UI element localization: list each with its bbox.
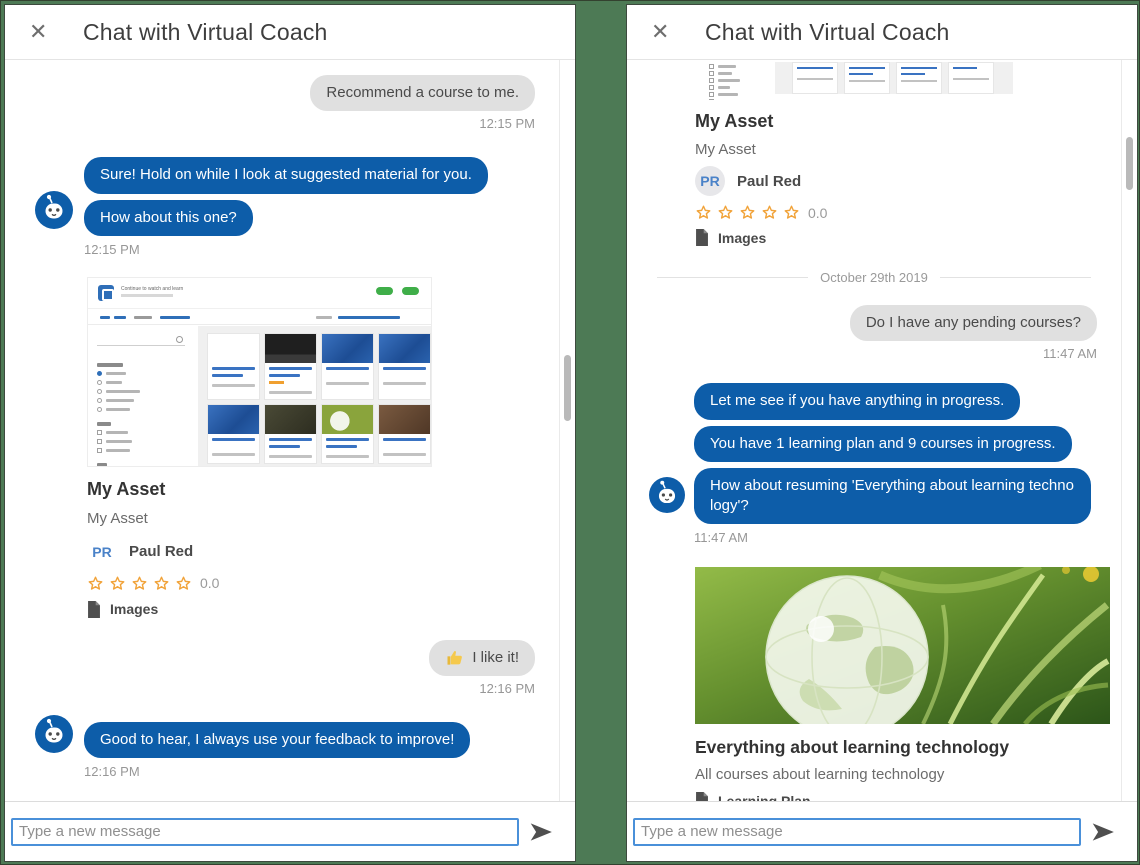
catalog-header-title: Continue to watch and learn: [121, 286, 183, 292]
message-timestamp: 11:47 AM: [1043, 346, 1097, 361]
bot-message-bubble: Good to hear, I always use your feedback…: [84, 722, 470, 758]
message-row: I like it! 12:16 PM: [5, 640, 559, 696]
bot-message-bubble: How about this one?: [84, 200, 253, 236]
bot-message-group: Sure! Hold on while I look at suggested …: [5, 157, 559, 257]
message-timestamp: 12:15 PM: [479, 116, 535, 131]
star-icon: [739, 204, 756, 221]
close-icon[interactable]: ✕: [29, 21, 55, 43]
message-timestamp: 12:16 PM: [84, 764, 529, 779]
date-divider-text: October 29th 2019: [820, 270, 928, 285]
catalog-filter-sidebar: [88, 326, 198, 466]
star-icon: [175, 575, 192, 592]
user-message-bubble: Recommend a course to me.: [310, 75, 535, 111]
chat-header: ✕ Chat with Virtual Coach: [627, 5, 1137, 60]
robot-coach-avatar: [35, 191, 73, 229]
asset-attachment-card: My Asset My Asset PR Paul Red: [627, 62, 1121, 246]
scrollbar-thumb[interactable]: [564, 355, 571, 421]
author-name: Paul Red: [129, 543, 193, 560]
thumbs-up-icon: [445, 648, 465, 668]
chat-input-bar: [5, 801, 575, 861]
message-timestamp: 11:47 AM: [694, 530, 1091, 545]
user-message-bubble: Do I have any pending courses?: [850, 305, 1097, 341]
message-row: Recommend a course to me. 12:15 PM: [5, 75, 559, 131]
chat-message-area: Recommend a course to me. 12:15 PM Sure!…: [5, 60, 575, 801]
chat-window-right: ✕ Chat with Virtual Coach: [626, 4, 1138, 862]
document-icon: [87, 601, 101, 618]
user-message-bubble: I like it!: [429, 640, 535, 676]
learning-plan-image[interactable]: [695, 567, 1110, 724]
asset-type-row: Images: [695, 229, 1121, 246]
robot-coach-avatar: [649, 477, 685, 513]
message-input[interactable]: [11, 818, 519, 846]
star-icon: [109, 575, 126, 592]
asset-rating-row: 0.0: [695, 204, 1121, 221]
asset-attachment-card: Continue to watch and learn: [5, 277, 559, 618]
plan-title: Everything about learning technology: [695, 737, 1121, 758]
bot-message-bubble: Let me see if you have anything in progr…: [694, 383, 1020, 419]
author-initials-badge: PR: [695, 166, 725, 196]
screenshot-background: ✕ Chat with Virtual Coach Recommend a co…: [0, 0, 1140, 865]
asset-title: My Asset: [695, 111, 1121, 132]
bot-message-bubble: How about resuming 'Everything about lea…: [694, 468, 1091, 525]
star-icon: [761, 204, 778, 221]
star-icon: [717, 204, 734, 221]
star-icon: [87, 575, 104, 592]
chat-message-area: My Asset My Asset PR Paul Red: [627, 60, 1137, 801]
course-catalog-screenshot-partial[interactable]: [695, 62, 1013, 100]
send-icon[interactable]: [519, 819, 563, 845]
author-name: Paul Red: [737, 173, 801, 190]
chat-title: Chat with Virtual Coach: [83, 19, 328, 46]
message-timestamp: 12:16 PM: [479, 681, 535, 696]
chat-window-left: ✕ Chat with Virtual Coach Recommend a co…: [4, 4, 576, 862]
chat-input-bar: [627, 801, 1137, 861]
asset-subtitle: My Asset: [87, 510, 559, 527]
plan-type-label: Learning Plan: [718, 793, 811, 801]
asset-type-label: Images: [718, 230, 766, 246]
star-icon: [783, 204, 800, 221]
message-input[interactable]: [633, 818, 1081, 846]
course-catalog-screenshot[interactable]: Continue to watch and learn: [87, 277, 432, 467]
message-timestamp: 12:15 PM: [84, 242, 529, 257]
asset-subtitle: My Asset: [695, 141, 1121, 158]
user-message-text: I like it!: [472, 648, 519, 668]
chat-title: Chat with Virtual Coach: [705, 19, 950, 46]
rating-value: 0.0: [808, 205, 827, 221]
catalog-green-button: [402, 287, 419, 295]
asset-rating-row: 0.0: [87, 575, 559, 592]
document-icon: [695, 792, 709, 801]
learning-plan-attachment-card: Everything about learning technology All…: [627, 567, 1121, 801]
star-icon: [695, 204, 712, 221]
author-initials-badge: PR: [87, 537, 117, 567]
bot-message-group: Let me see if you have anything in progr…: [627, 383, 1121, 545]
rating-value: 0.0: [200, 575, 219, 591]
date-divider: October 29th 2019: [657, 270, 1091, 285]
chat-header: ✕ Chat with Virtual Coach: [5, 5, 575, 60]
close-icon[interactable]: ✕: [651, 21, 677, 43]
catalog-card-grid: [208, 334, 430, 463]
asset-type-label: Images: [110, 601, 158, 617]
asset-title: My Asset: [87, 479, 559, 500]
document-icon: [695, 229, 709, 246]
send-icon[interactable]: [1081, 819, 1125, 845]
catalog-logo: [98, 285, 114, 301]
bot-message-group: Good to hear, I always use your feedback…: [5, 722, 559, 779]
catalog-toolbar: [88, 308, 431, 325]
robot-coach-avatar: [35, 715, 73, 753]
bot-message-bubble: Sure! Hold on while I look at suggested …: [84, 157, 488, 193]
catalog-green-button: [376, 287, 393, 295]
asset-author-row: PR Paul Red: [695, 166, 1121, 196]
asset-type-row: Images: [87, 601, 559, 618]
star-icon: [153, 575, 170, 592]
plan-type-row: Learning Plan: [695, 792, 1121, 801]
asset-author-row: PR Paul Red: [87, 537, 559, 567]
plan-subtitle: All courses about learning technology: [695, 766, 1121, 783]
message-row: Do I have any pending courses? 11:47 AM: [627, 305, 1121, 361]
catalog-search-input: [97, 334, 185, 346]
bot-message-bubble: You have 1 learning plan and 9 courses i…: [694, 426, 1072, 462]
star-icon: [131, 575, 148, 592]
scrollbar-thumb[interactable]: [1126, 137, 1133, 190]
